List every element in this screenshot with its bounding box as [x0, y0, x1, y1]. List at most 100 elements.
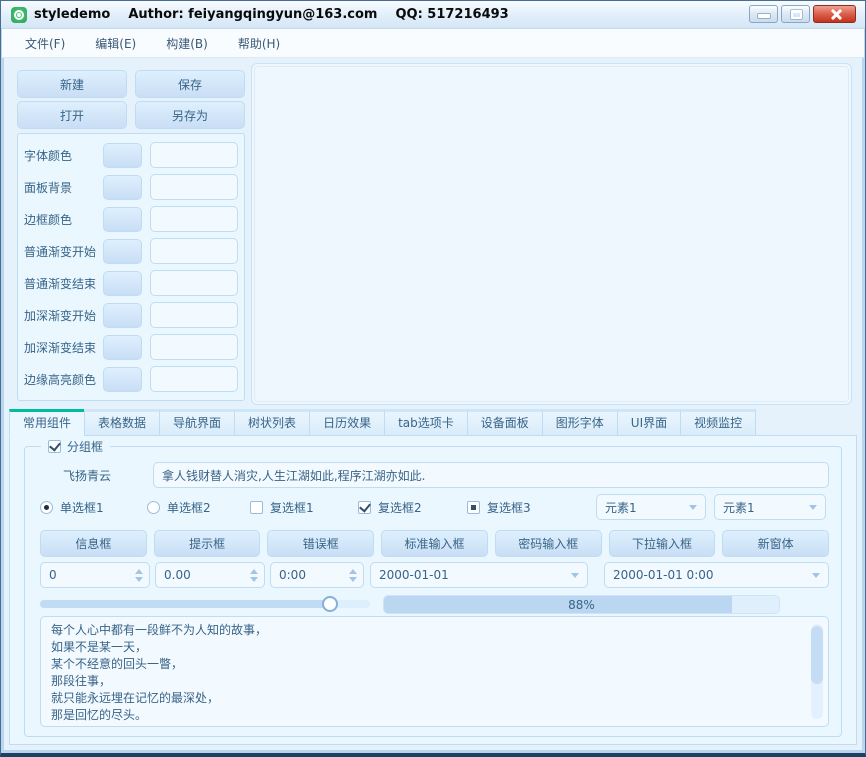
spinners-row: 0 0.00 0:00 2000-01-01 20 — [40, 562, 829, 588]
spin-arrows[interactable] — [129, 569, 149, 582]
color-swatch-button[interactable] — [103, 143, 142, 168]
save-as-button[interactable]: 另存为 — [135, 101, 245, 129]
spin-down-icon — [250, 577, 258, 582]
checkbox-3[interactable]: 复选框3 — [467, 494, 531, 520]
radio-2[interactable]: 单选框2 — [147, 494, 211, 520]
close-icon — [830, 9, 841, 20]
input-box-button[interactable]: 标准输入框 — [381, 530, 488, 557]
textarea-line: 每个人心中都有一段鲜不为人知的故事， — [51, 622, 804, 639]
minimize-button[interactable] — [749, 5, 778, 23]
color-settings-panel: 字体颜色 面板背景 边框颜色 普通渐变开始 普通渐变结束 — [17, 133, 245, 401]
color-row-label: 加深渐变开始 — [24, 307, 103, 324]
window-qq: QQ: 517216493 — [395, 7, 508, 22]
radio-checked-icon — [40, 501, 53, 514]
color-value-field[interactable] — [150, 366, 238, 392]
tab-device-panel[interactable]: 设备面板 — [467, 409, 543, 436]
color-row-normal-gradient-end: 普通渐变结束 — [24, 270, 238, 296]
vertical-scrollbar[interactable] — [811, 624, 823, 719]
close-button[interactable] — [813, 5, 856, 23]
radio-1[interactable]: 单选框1 — [40, 494, 104, 520]
date-edit[interactable]: 2000-01-01 — [370, 562, 588, 588]
menu-file[interactable]: 文件(F) — [10, 30, 80, 57]
spin-arrows[interactable] — [343, 569, 363, 582]
color-swatch-button[interactable] — [103, 335, 142, 360]
open-button[interactable]: 打开 — [17, 101, 127, 129]
maximize-button[interactable] — [781, 5, 810, 23]
combobox-1[interactable]: 元素1 — [596, 494, 706, 520]
color-value-field[interactable] — [150, 206, 238, 232]
textarea-line: 就只能永远埋在记忆的最深处， — [51, 690, 804, 707]
password-box-button[interactable]: 密码输入框 — [495, 530, 602, 557]
gauge-row: 88% — [40, 594, 829, 614]
color-row-label: 加深渐变结束 — [24, 339, 103, 356]
tab-tab-control[interactable]: tab选项卡 — [384, 409, 468, 436]
spin-up-icon — [135, 569, 143, 574]
color-swatch-button[interactable] — [103, 367, 142, 392]
scrollbar-thumb[interactable] — [811, 626, 823, 684]
color-row-font-color: 字体颜色 — [24, 142, 238, 168]
checkbox-1[interactable]: 复选框1 — [250, 494, 314, 520]
checkbox-unchecked-icon — [250, 501, 263, 514]
time-edit[interactable]: 0:00 — [270, 562, 364, 588]
menu-build[interactable]: 构建(B) — [151, 30, 223, 57]
color-row-label: 边框颜色 — [24, 211, 103, 228]
story-textarea[interactable]: 每个人心中都有一段鲜不为人知的故事， 如果不是某一天， 某个不经意的回头一瞥， … — [40, 616, 829, 727]
color-row-panel-background: 面板背景 — [24, 174, 238, 200]
tab-common-widgets[interactable]: 常用组件 — [9, 409, 85, 436]
error-box-button[interactable]: 错误框 — [267, 530, 374, 557]
color-swatch-button[interactable] — [103, 239, 142, 264]
color-row-edge-highlight-color: 边缘高亮颜色 — [24, 366, 238, 392]
slider[interactable] — [40, 594, 370, 614]
tab-calendar[interactable]: 日历效果 — [309, 409, 385, 436]
groupbox-checkbox[interactable] — [48, 440, 61, 453]
menu-edit[interactable]: 编辑(E) — [80, 30, 151, 57]
groupbox-legend: 分组框 — [41, 438, 110, 455]
new-button[interactable]: 新建 — [17, 70, 127, 98]
color-swatch-button[interactable] — [103, 271, 142, 296]
tab-video-monitor[interactable]: 视频监控 — [680, 409, 756, 436]
color-value-field[interactable] — [150, 142, 238, 168]
style-preview-inner — [254, 66, 849, 402]
tab-tree-list[interactable]: 树状列表 — [234, 409, 310, 436]
color-row-label: 普通渐变开始 — [24, 243, 103, 260]
tip-box-button[interactable]: 提示框 — [154, 530, 261, 557]
tabbar: 常用组件 表格数据 导航界面 树状列表 日历效果 tab选项卡 设备面板 图形字… — [9, 409, 755, 436]
tab-ui[interactable]: UI界面 — [617, 409, 681, 436]
combo-box-button[interactable]: 下拉输入框 — [609, 530, 716, 557]
name-input[interactable] — [153, 462, 829, 488]
int-spinbox[interactable]: 0 — [40, 562, 150, 588]
info-box-button[interactable]: 信息框 — [40, 530, 147, 557]
new-window-button[interactable]: 新窗体 — [722, 530, 829, 557]
checkbox-2[interactable]: 复选框2 — [358, 494, 422, 520]
color-value-field[interactable] — [150, 238, 238, 264]
double-spinbox[interactable]: 0.00 — [155, 562, 265, 588]
tab-icon-font[interactable]: 图形字体 — [542, 409, 618, 436]
groupbox: 分组框 飞扬青云 单选框1 单选框2 复选框1 复选框2 复选框3 元素1 元素… — [24, 446, 842, 737]
save-button[interactable]: 保存 — [135, 70, 245, 98]
color-row-dark-gradient-start: 加深渐变开始 — [24, 302, 238, 328]
chevron-down-icon — [689, 505, 697, 510]
slider-handle[interactable] — [322, 596, 338, 612]
style-preview-panel[interactable] — [251, 63, 852, 405]
tab-table-data[interactable]: 表格数据 — [84, 409, 160, 436]
window-controls — [749, 5, 856, 23]
color-swatch-button[interactable] — [103, 207, 142, 232]
color-value-field[interactable] — [150, 302, 238, 328]
color-value-field[interactable] — [150, 270, 238, 296]
color-swatch-button[interactable] — [103, 303, 142, 328]
app-icon — [11, 7, 27, 23]
textarea-line: 某个不经意的回头一瞥， — [51, 656, 804, 673]
checkbox-checked-icon — [358, 501, 371, 514]
spin-down-icon — [135, 577, 143, 582]
color-value-field[interactable] — [150, 334, 238, 360]
menu-help[interactable]: 帮助(H) — [223, 30, 295, 57]
color-row-label: 面板背景 — [24, 179, 103, 196]
color-value-field[interactable] — [150, 174, 238, 200]
color-swatch-button[interactable] — [103, 175, 142, 200]
window-title: styledemo — [34, 7, 110, 22]
datetime-edit[interactable]: 2000-01-01 0:00 — [604, 562, 829, 588]
spin-arrows[interactable] — [244, 569, 264, 582]
spin-up-icon — [250, 569, 258, 574]
tab-nav-ui[interactable]: 导航界面 — [159, 409, 235, 436]
combobox-2[interactable]: 元素1 — [714, 494, 826, 520]
